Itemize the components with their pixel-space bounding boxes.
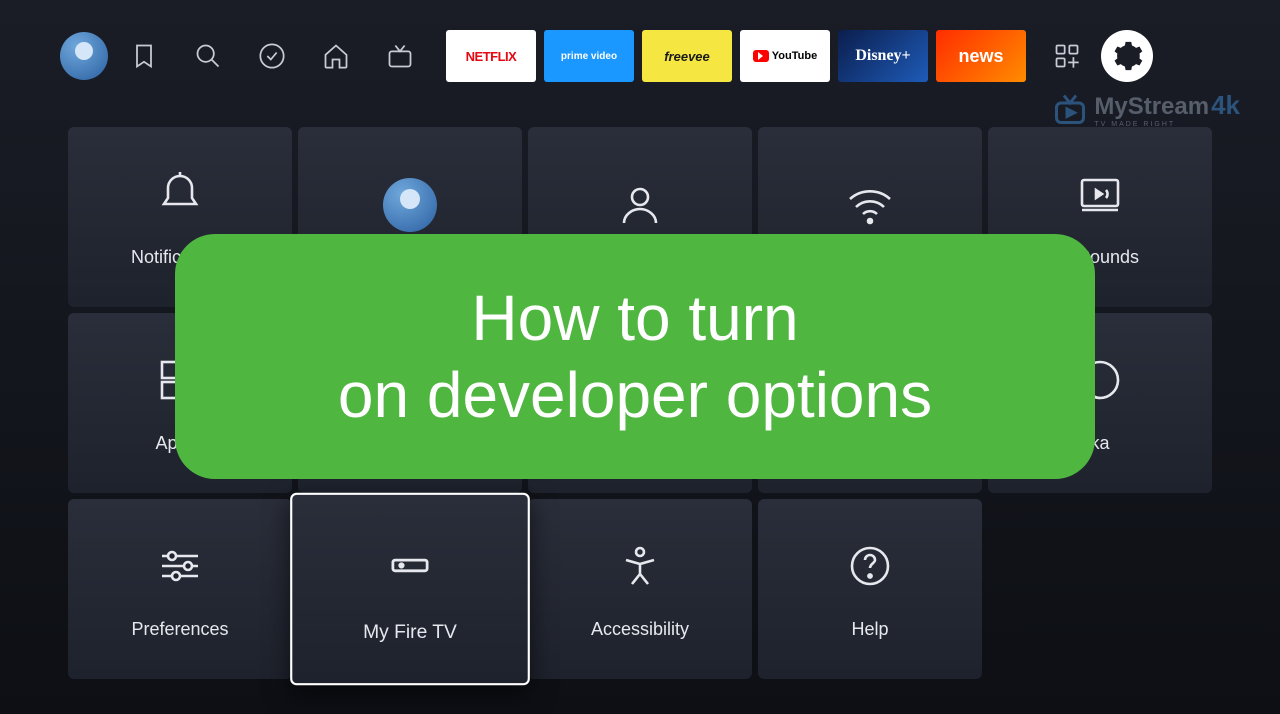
apps-grid-icon[interactable] xyxy=(1053,42,1081,70)
live-tv-icon[interactable] xyxy=(386,42,414,70)
tile-preferences[interactable]: Preferences xyxy=(68,499,292,679)
device-icon xyxy=(380,534,440,594)
bookmark-icon[interactable] xyxy=(130,42,158,70)
wifi-icon xyxy=(842,177,898,233)
watermark-name: MyStream xyxy=(1094,93,1209,120)
person-icon xyxy=(612,177,668,233)
bell-icon xyxy=(152,166,208,222)
banner-text: How to turn on developer options xyxy=(338,280,932,434)
tile-label: Help xyxy=(851,619,888,640)
banner-line-2: on developer options xyxy=(338,359,932,431)
app-netflix[interactable]: NETFLIX xyxy=(446,30,536,82)
top-right-controls xyxy=(1053,30,1153,82)
tile-label: My Fire TV xyxy=(363,621,457,643)
watermark-tagline: TV MADE RIGHT xyxy=(1094,121,1240,128)
app-youtube[interactable]: YouTube xyxy=(740,30,830,82)
accessibility-icon xyxy=(612,538,668,594)
app-news[interactable]: news xyxy=(936,30,1026,82)
home-icon[interactable] xyxy=(322,42,350,70)
top-navigation: NETFLIX prime video freevee YouTube Disn… xyxy=(0,0,1280,102)
banner-line-1: How to turn xyxy=(471,282,798,354)
watermark-suffix: 4k xyxy=(1211,90,1240,120)
app-disney-plus[interactable]: Disney+ xyxy=(838,30,928,82)
app-prime-video[interactable]: prime video xyxy=(544,30,634,82)
checkmark-circle-icon[interactable] xyxy=(258,42,286,70)
tile-accessibility[interactable]: Accessibility xyxy=(528,499,752,679)
tile-label: Preferences xyxy=(131,619,228,640)
youtube-label: YouTube xyxy=(772,50,817,62)
profile-avatar[interactable] xyxy=(60,32,108,80)
instruction-banner: How to turn on developer options xyxy=(175,234,1095,479)
help-icon xyxy=(842,538,898,594)
tile-my-fire-tv[interactable]: My Fire TV xyxy=(290,493,530,686)
monitor-sound-icon xyxy=(1072,166,1128,222)
sliders-icon xyxy=(152,538,208,594)
app-freevee[interactable]: freevee xyxy=(642,30,732,82)
nav-icons-group xyxy=(130,42,414,70)
tile-help[interactable]: Help xyxy=(758,499,982,679)
watermark-logo: MyStream4k TV MADE RIGHT xyxy=(1052,90,1240,128)
tile-label: Accessibility xyxy=(591,619,689,640)
settings-gear-button[interactable] xyxy=(1101,30,1153,82)
search-icon[interactable] xyxy=(194,42,222,70)
tv-play-icon xyxy=(1052,91,1088,127)
profile-avatar-icon xyxy=(382,177,438,233)
app-launcher-row: NETFLIX prime video freevee YouTube Disn… xyxy=(446,30,1026,82)
